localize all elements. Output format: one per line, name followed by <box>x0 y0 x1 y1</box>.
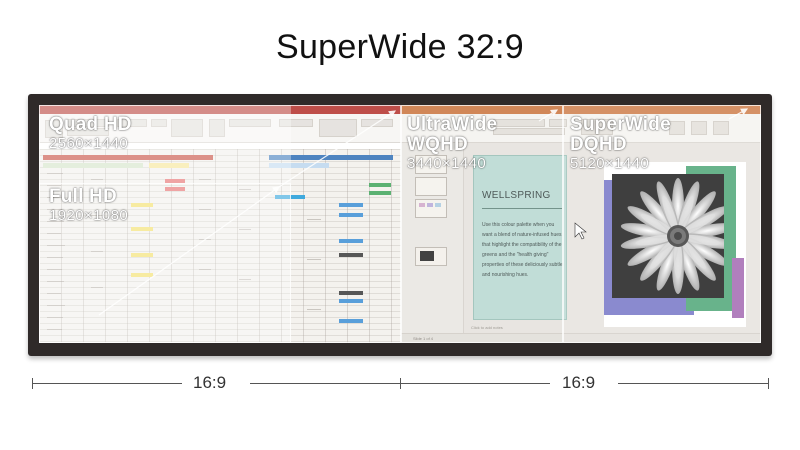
ratio-line <box>32 383 182 384</box>
left-aspect-label: 16:9 <box>193 373 227 392</box>
ultrawide-name2: WQHD <box>407 134 468 155</box>
full-hd-dims: 1920×1080 <box>49 207 129 224</box>
quad-hd-dims: 2560×1440 <box>49 135 129 152</box>
ratio-line <box>618 383 768 384</box>
quad-hd-name: Quad HD <box>49 114 132 135</box>
ultrawide-name: UltraWide <box>407 114 498 135</box>
superwide-name2: DQHD <box>570 134 627 155</box>
ratio-tick <box>768 378 769 389</box>
full-hd-name: Full HD <box>49 186 117 207</box>
right-aspect-label: 16:9 <box>562 373 596 392</box>
quad-hd-label: Quad HD 2560×1440 <box>49 115 132 153</box>
ultrawide-label: UltraWide WQHD 3440×1440 <box>407 115 497 173</box>
page-title: SuperWide 32:9 <box>275 28 524 66</box>
aspect-ratio-row: 16:9 16:9 <box>28 372 772 396</box>
monitor-screen: WELLSPRING Use this colour palette when … <box>39 105 761 343</box>
superwide-dims: 5120×1440 <box>570 155 650 172</box>
ultrawide-dims: 3440×1440 <box>407 155 487 172</box>
superwide-label: SuperWide DQHD 5120×1440 <box>570 115 671 173</box>
full-hd-label: Full HD 1920×1080 <box>49 187 128 225</box>
superwide-name: SuperWide <box>570 114 671 135</box>
ratio-line <box>400 383 550 384</box>
ratio-line <box>250 383 400 384</box>
